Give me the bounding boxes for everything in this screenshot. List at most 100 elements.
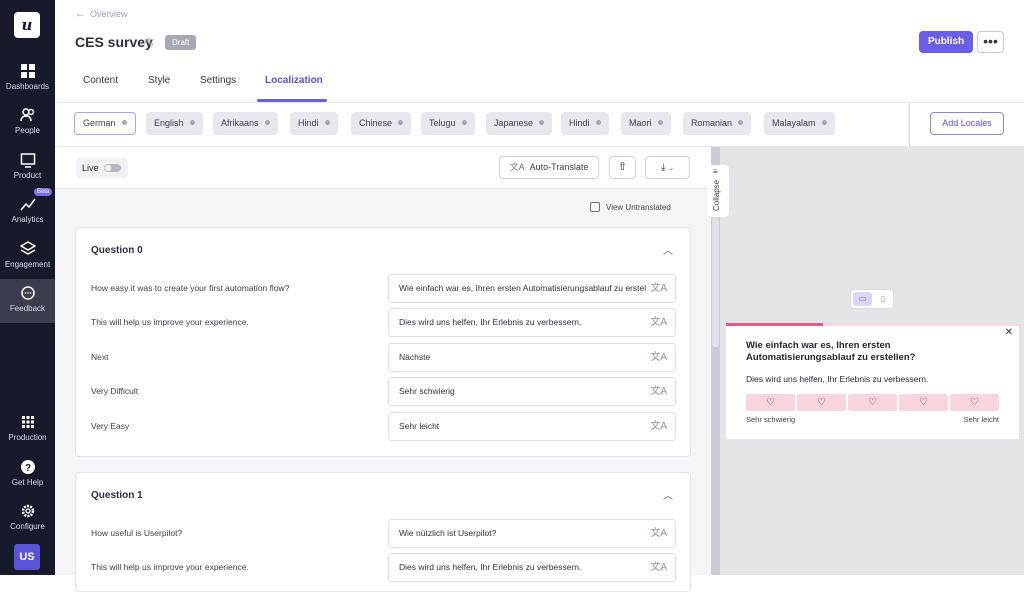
survey-question: Wie einfach war es, Ihren ersten Automat… — [746, 340, 996, 364]
tab-settings[interactable]: Settings — [200, 75, 236, 86]
status-badge: Draft — [165, 35, 196, 50]
locale-chip[interactable]: Romanian — [683, 112, 751, 135]
status-dot-icon — [658, 120, 663, 125]
more-options-button[interactable]: ••• — [977, 31, 1004, 53]
sidebar-item-label: Get Help — [12, 478, 44, 487]
locale-label: Hindi — [298, 118, 319, 128]
locale-bar: German English Afrikaans Hindi Chinese T… — [55, 103, 1024, 147]
sidebar-item-feedback[interactable]: Feedback — [0, 279, 55, 323]
source-text: Very Difficult — [91, 386, 138, 396]
heart-rating-button[interactable]: ♡ — [848, 394, 897, 411]
heart-rating-button[interactable]: ♡ — [797, 394, 846, 411]
scrollbar-thumb[interactable] — [712, 217, 719, 347]
translation-input[interactable]: Sehr leicht 文A — [388, 412, 676, 441]
translation-input[interactable]: Sehr schwierig 文A — [388, 377, 676, 406]
status-dot-icon — [596, 120, 601, 125]
translate-icon[interactable]: 文A — [646, 309, 667, 336]
locale-chip[interactable]: German — [74, 112, 136, 135]
chat-icon — [20, 285, 36, 301]
sidebar-item-dashboards[interactable]: Dashboards — [0, 57, 55, 101]
sidebar-item-analytics[interactable]: Beta Analytics — [0, 190, 55, 234]
progress-fill — [726, 323, 823, 326]
add-locales-button[interactable]: Add Locales — [930, 112, 1004, 135]
pencil-icon[interactable]: ✎ — [145, 36, 154, 49]
locale-chip[interactable]: Malayalam — [764, 112, 835, 135]
download-dropdown[interactable]: ⤓ ⌄ — [645, 156, 690, 179]
translate-icon[interactable]: 文A — [646, 378, 667, 405]
live-toggle[interactable]: Live — [76, 158, 128, 178]
translation-value: Sehr schwierig — [399, 386, 455, 396]
breadcrumb-label: Overview — [90, 9, 128, 19]
auto-translate-button[interactable]: 文A Auto-Translate — [499, 156, 599, 179]
device-toggle: ▭ ▯ — [850, 289, 894, 309]
sidebar-item-configure[interactable]: Configure — [0, 497, 55, 541]
live-label: Live — [82, 163, 99, 173]
translation-row: This will help us improve your experienc… — [76, 553, 692, 583]
question-title: Question 1 — [91, 490, 143, 501]
upload-button[interactable]: ⇧ — [609, 156, 636, 179]
translation-row: Very Difficult Sehr schwierig 文A — [76, 377, 692, 407]
svg-text:?: ? — [24, 463, 30, 474]
locale-chip[interactable]: Telugu — [421, 112, 475, 135]
translation-value: Sehr leicht — [399, 421, 439, 431]
status-dot-icon — [398, 120, 403, 125]
translate-icon: 文A — [510, 162, 525, 172]
translation-input[interactable]: Dies wird uns helfen, Ihr Erlebnis zu ve… — [388, 308, 676, 337]
publish-button[interactable]: Publish — [919, 31, 973, 53]
mobile-icon[interactable]: ▯ — [875, 292, 891, 306]
analytics-icon — [20, 196, 36, 212]
locale-label: Hindi — [569, 118, 590, 128]
avatar[interactable]: US — [14, 544, 40, 570]
view-untranslated-checkbox[interactable]: View Untranslated — [590, 202, 671, 212]
chevron-up-icon[interactable]: ︿ — [663, 242, 673, 257]
collapse-handle[interactable]: ≡ Collapse — [707, 165, 729, 217]
tab-content[interactable]: Content — [83, 75, 118, 86]
translate-icon[interactable]: 文A — [646, 275, 667, 302]
checkbox[interactable] — [590, 202, 600, 212]
sidebar-item-product[interactable]: Product — [0, 146, 55, 190]
translate-icon[interactable]: 文A — [646, 344, 667, 371]
translation-input[interactable]: Wie einfach war es, Ihren ersten Automat… — [388, 274, 676, 303]
locale-chip[interactable]: Hindi — [561, 112, 609, 135]
toggle-switch[interactable] — [104, 164, 121, 172]
question-title: Question 0 — [91, 245, 143, 256]
locale-chip[interactable]: Hindi — [290, 112, 338, 135]
collapse-label: Collapse — [712, 180, 721, 211]
translation-row: This will help us improve your experienc… — [76, 308, 692, 338]
sidebar-item-get-help[interactable]: ? Get Help — [0, 453, 55, 497]
locale-chip[interactable]: Chinese — [351, 112, 411, 135]
translate-icon[interactable]: 文A — [646, 520, 667, 547]
locale-chip[interactable]: Japanese — [486, 112, 552, 135]
breadcrumb[interactable]: ←Overview — [75, 8, 128, 20]
heart-icon: ♡ — [868, 397, 877, 408]
heart-rating-button[interactable]: ♡ — [899, 394, 948, 411]
translate-icon[interactable]: 文A — [646, 554, 667, 581]
auto-translate-label: Auto-Translate — [530, 162, 589, 172]
chevron-up-icon[interactable]: ︿ — [663, 487, 673, 502]
locale-chip[interactable]: Maori — [621, 112, 671, 135]
locale-label: Malayalam — [772, 118, 816, 128]
sidebar-item-people[interactable]: People — [0, 101, 55, 145]
close-icon[interactable]: ✕ — [1005, 327, 1013, 338]
status-dot-icon — [738, 120, 743, 125]
product-icon — [20, 152, 36, 168]
translate-icon[interactable]: 文A — [646, 413, 667, 440]
locale-label: English — [154, 118, 184, 128]
translation-input[interactable]: Nächste文A — [388, 343, 676, 372]
sidebar-item-engagement[interactable]: Engagement — [0, 235, 55, 279]
translation-input[interactable]: Wie nützlich ist Userpilot?文A — [388, 519, 676, 548]
sidebar: u Dashboards People Product Beta Analyti… — [0, 0, 55, 575]
heart-rating-button[interactable]: ♡ — [746, 394, 795, 411]
logo[interactable]: u — [14, 12, 40, 38]
desktop-icon[interactable]: ▭ — [853, 292, 872, 306]
translation-input[interactable]: Dies wird uns helfen, Ihr Erlebnis zu ve… — [388, 553, 676, 582]
question-card: Question 0 ︿ How easy it was to create y… — [75, 227, 691, 457]
sidebar-item-production[interactable]: Production — [0, 408, 55, 452]
locale-chip[interactable]: English — [146, 112, 203, 135]
heart-rating-button[interactable]: ♡ — [950, 394, 999, 411]
locale-label: German — [83, 118, 116, 128]
tab-localization[interactable]: Localization — [265, 75, 323, 86]
tab-style[interactable]: Style — [148, 75, 170, 86]
locale-label: Chinese — [359, 118, 392, 128]
locale-chip[interactable]: Afrikaans — [213, 112, 278, 135]
